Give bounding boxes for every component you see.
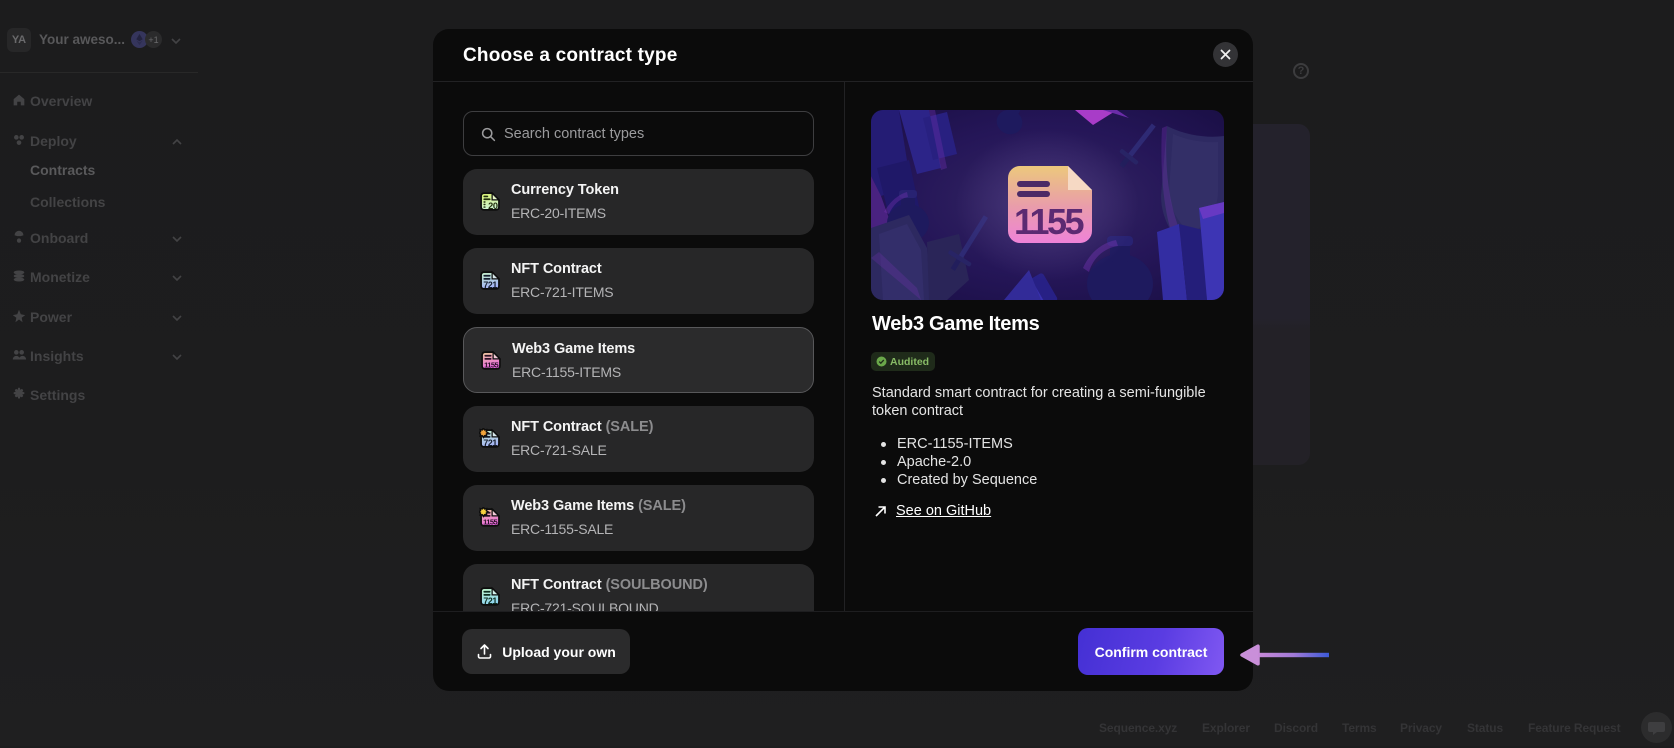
svg-text:721: 721 bbox=[483, 280, 497, 290]
svg-text:721: 721 bbox=[483, 596, 497, 606]
svg-text:1155: 1155 bbox=[483, 518, 497, 527]
svg-text:721: 721 bbox=[483, 438, 497, 448]
svg-text:1155: 1155 bbox=[484, 361, 498, 370]
svg-text:1155: 1155 bbox=[1014, 201, 1085, 242]
svg-text:20: 20 bbox=[488, 201, 498, 211]
